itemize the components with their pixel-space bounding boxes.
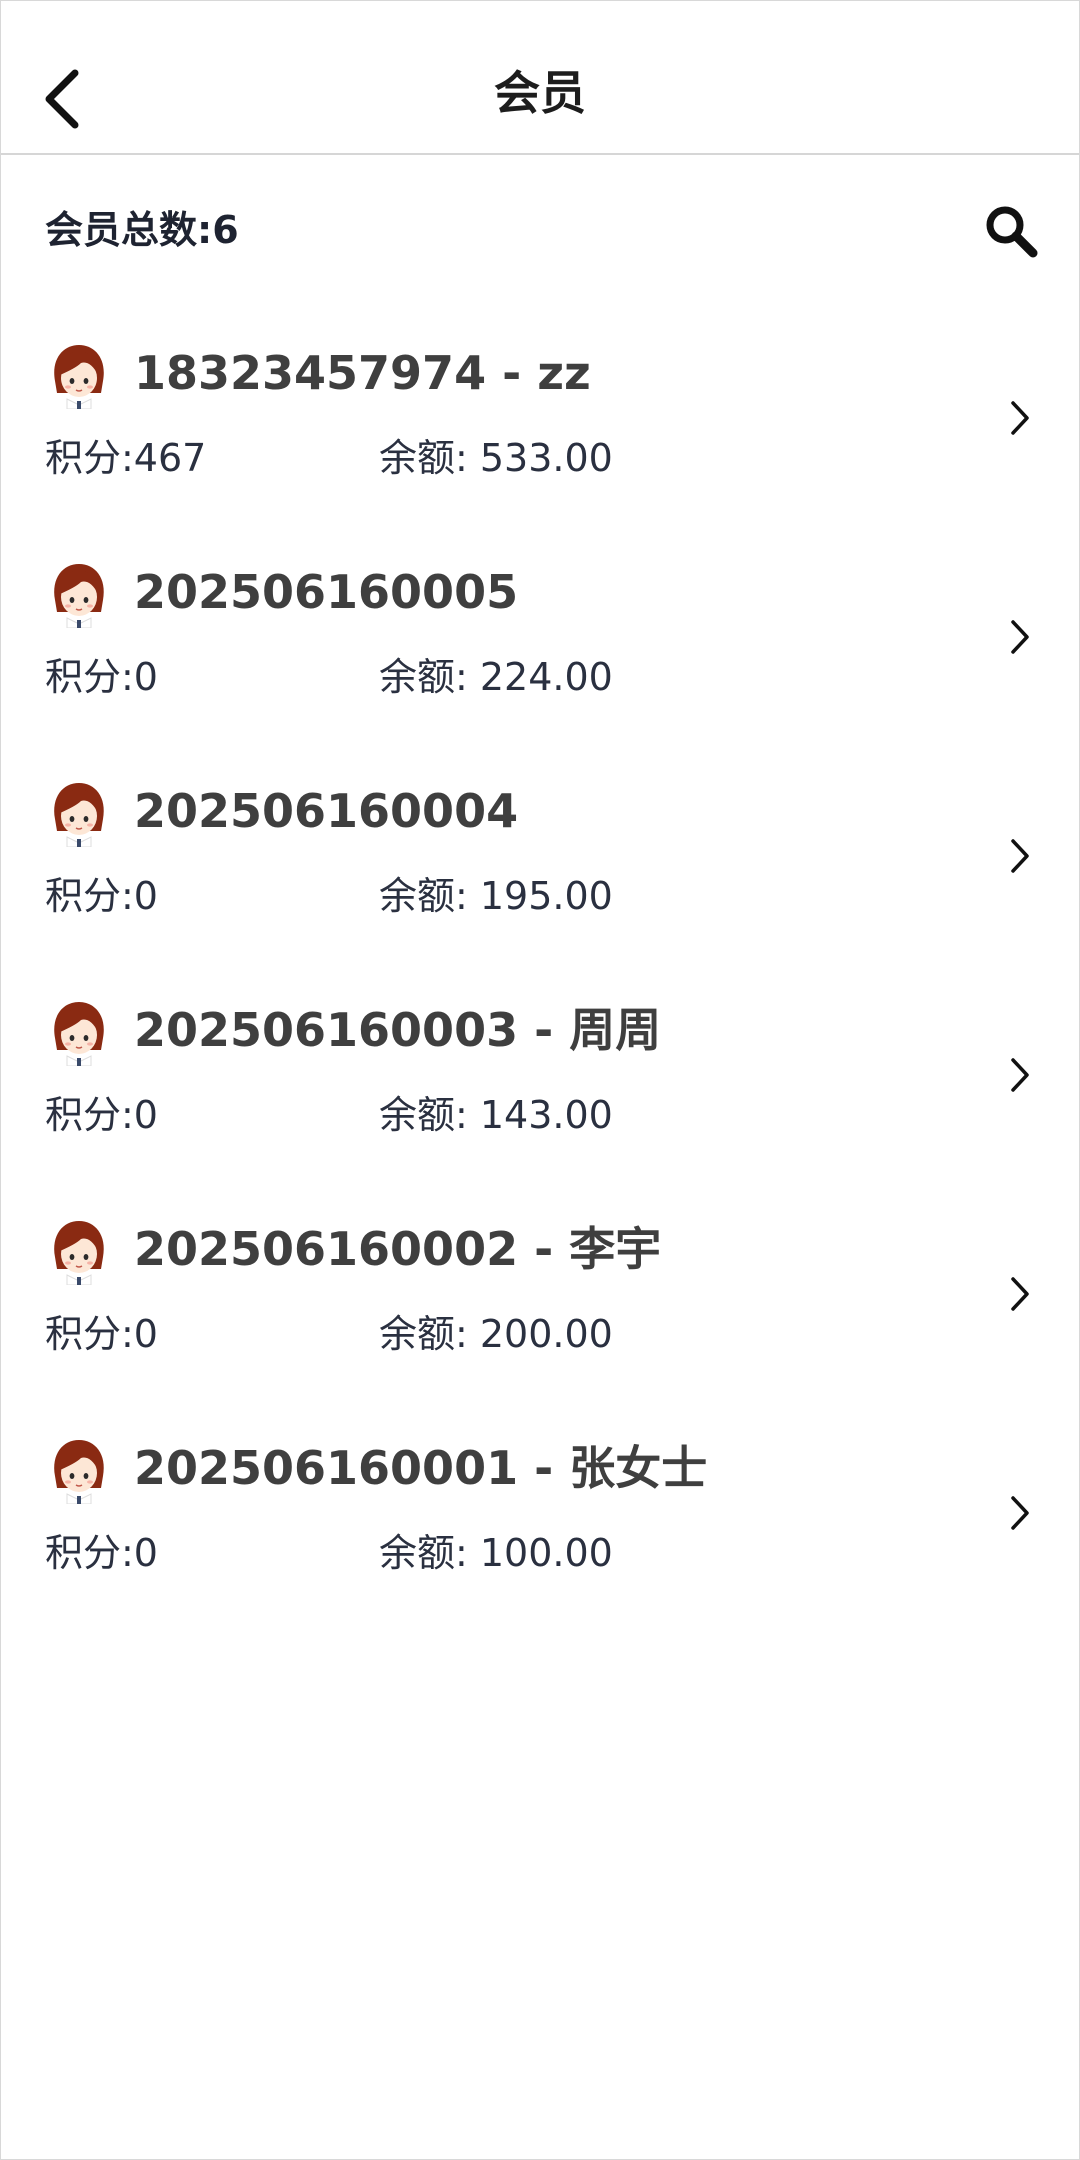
search-icon [986, 206, 1038, 258]
member-list-item[interactable]: 18323457974 - zz 积分:467 余额: 533.00 [1, 329, 1079, 548]
member-list-item[interactable]: 202506160002 - 李宇 积分:0 余额: 200.00 [1, 1205, 1079, 1424]
avatar [51, 1217, 107, 1286]
member-name: 202506160002 - 李宇 [134, 1222, 662, 1276]
member-list-item[interactable]: 202506160005 积分:0 余额: 224.00 [1, 548, 1079, 767]
member-name: 202506160003 - 周周 [134, 1003, 662, 1057]
avatar-icon [54, 564, 104, 629]
avatar [51, 1436, 107, 1505]
member-name: 202506160001 - 张女士 [134, 1441, 708, 1495]
avatar [51, 998, 107, 1067]
member-balance: 余额: 143.00 [379, 1093, 613, 1137]
avatar [51, 560, 107, 629]
page: 会员 会员总数:6 18323457974 - zz 积分:467 余额: 53… [0, 0, 1080, 2160]
member-balance: 余额: 100.00 [379, 1531, 613, 1575]
member-points: 积分:0 [45, 874, 158, 918]
avatar [51, 341, 107, 410]
avatar-icon [54, 345, 104, 410]
navigation-bar: 会员 [1, 1, 1079, 155]
member-points: 积分:0 [45, 1093, 158, 1137]
avatar [51, 779, 107, 848]
page-title: 会员 [494, 66, 586, 120]
member-balance: 余额: 533.00 [379, 436, 613, 480]
member-total-count: 会员总数:6 [45, 208, 239, 252]
chevron-right-icon [1005, 1050, 1035, 1100]
member-points: 积分:0 [45, 1312, 158, 1356]
avatar-icon [54, 1002, 104, 1067]
chevron-right-icon [1005, 1269, 1035, 1319]
avatar-icon [54, 1221, 104, 1286]
member-name: 202506160004 [134, 784, 519, 838]
member-points: 积分:0 [45, 1531, 158, 1575]
search-button[interactable] [983, 203, 1039, 259]
member-list-item[interactable]: 202506160001 - 张女士 积分:0 余额: 100.00 [1, 1424, 1079, 1643]
member-list: 18323457974 - zz 积分:467 余额: 533.00 20250… [1, 329, 1079, 1643]
member-points: 积分:0 [45, 655, 158, 699]
member-list-item[interactable]: 202506160004 积分:0 余额: 195.00 [1, 767, 1079, 986]
member-balance: 余额: 224.00 [379, 655, 613, 699]
member-balance: 余额: 200.00 [379, 1312, 613, 1356]
member-name: 202506160005 [134, 565, 519, 619]
member-list-item[interactable]: 202506160003 - 周周 积分:0 余额: 143.00 [1, 986, 1079, 1205]
chevron-right-icon [1005, 612, 1035, 662]
member-points: 积分:467 [45, 436, 207, 480]
chevron-right-icon [1005, 1488, 1035, 1538]
avatar-icon [54, 783, 104, 848]
chevron-right-icon [1005, 393, 1035, 443]
member-balance: 余额: 195.00 [379, 874, 613, 918]
avatar-icon [54, 1440, 104, 1505]
chevron-right-icon [1005, 831, 1035, 881]
member-name: 18323457974 - zz [134, 346, 591, 400]
